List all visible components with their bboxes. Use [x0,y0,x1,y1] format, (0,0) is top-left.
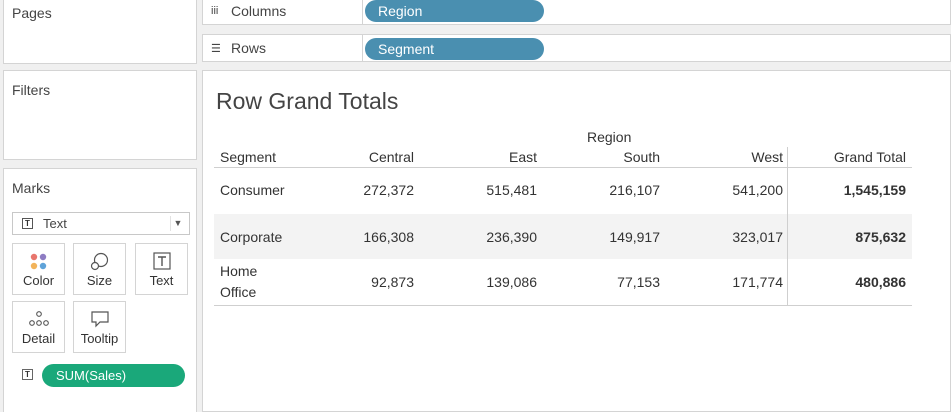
size-label: Size [86,273,113,288]
color-icon [30,253,46,270]
view-title[interactable]: Row Grand Totals [216,88,398,115]
text-mark-icon: T [22,369,33,380]
table-cell[interactable]: 515,481 [457,182,537,198]
table-cell[interactable]: 166,308 [334,229,414,245]
detail-button[interactable]: Detail [12,301,65,353]
detail-label: Detail [21,331,56,346]
filters-card[interactable]: Filters [3,70,197,160]
row-header-cell[interactable]: Corporate [220,229,282,245]
segment-pill[interactable]: Segment [365,38,544,60]
table-row: Corporate 166,308 236,390 149,917 323,01… [214,214,912,259]
marks-card: Marks T Text ▼ Color Size Text Detail To… [3,168,197,412]
grand-total-cell[interactable]: 1,545,159 [806,182,906,198]
region-column-header[interactable]: Region [587,129,631,145]
row-header-cell[interactable]: Consumer [220,182,285,198]
color-label: Color [22,273,55,288]
text-icon [152,252,171,270]
text-button[interactable]: Text [135,243,188,295]
columns-shelf-label: iii Columns [203,0,363,24]
table-row: Home Office 92,873 139,086 77,153 171,77… [214,259,912,305]
detail-icon [28,311,49,326]
row-header-cell[interactable]: Home [220,263,257,279]
col-header-grand-total[interactable]: Grand Total [806,149,906,165]
filters-title: Filters [12,82,51,98]
columns-icon: iii [211,5,219,17]
columns-shelf[interactable]: iii Columns Region [202,0,951,25]
text-mark-icon: T [22,218,33,229]
region-pill[interactable]: Region [365,0,544,22]
chevron-down-icon: ▼ [170,216,185,231]
segment-row-header[interactable]: Segment [220,149,276,165]
row-header-cell-line2[interactable]: Office [220,284,256,300]
text-label: Text [149,273,174,288]
size-icon [90,252,108,271]
rows-shelf[interactable]: ☰ Rows Segment [202,34,951,62]
grand-total-cell[interactable]: 875,632 [806,229,906,245]
col-header-south[interactable]: South [580,149,660,165]
tooltip-label: Tooltip [80,331,119,346]
pages-title: Pages [12,5,52,21]
table-cell[interactable]: 92,873 [334,274,414,290]
columns-label: Columns [231,3,287,19]
grand-total-divider [787,147,788,305]
rows-icon: ☰ [211,43,221,55]
table-cell[interactable]: 171,774 [703,274,783,290]
mark-type-label: Text [43,216,67,231]
size-button[interactable]: Size [73,243,126,295]
mark-type-dropdown[interactable]: T Text ▼ [12,212,190,235]
grand-total-cell[interactable]: 480,886 [806,274,906,290]
col-header-west[interactable]: West [703,149,783,165]
table-bottom-border [214,305,912,306]
color-button[interactable]: Color [12,243,65,295]
table-row: Consumer 272,372 515,481 216,107 541,200… [214,168,912,214]
table-cell[interactable]: 236,390 [457,229,537,245]
rows-label: Rows [231,40,267,56]
col-header-central[interactable]: Central [334,149,414,165]
table-cell[interactable]: 216,107 [580,182,660,198]
table-cell[interactable]: 149,917 [580,229,660,245]
table-cell[interactable]: 323,017 [703,229,783,245]
table-cell[interactable]: 272,372 [334,182,414,198]
marks-title: Marks [12,180,51,196]
rows-shelf-label: ☰ Rows [203,35,363,61]
table-cell[interactable]: 541,200 [703,182,783,198]
tooltip-button[interactable]: Tooltip [73,301,126,353]
table-cell[interactable]: 77,153 [580,274,660,290]
view-area: Row Grand Totals Region Segment Central … [202,70,951,412]
pages-card[interactable]: Pages [3,0,197,64]
tableau-workspace: Pages Filters Marks T Text ▼ Color Size … [0,0,951,412]
sum-sales-pill[interactable]: SUM(Sales) [42,364,185,387]
table-cell[interactable]: 139,086 [457,274,537,290]
tooltip-icon [90,311,109,328]
col-header-east[interactable]: East [457,149,537,165]
